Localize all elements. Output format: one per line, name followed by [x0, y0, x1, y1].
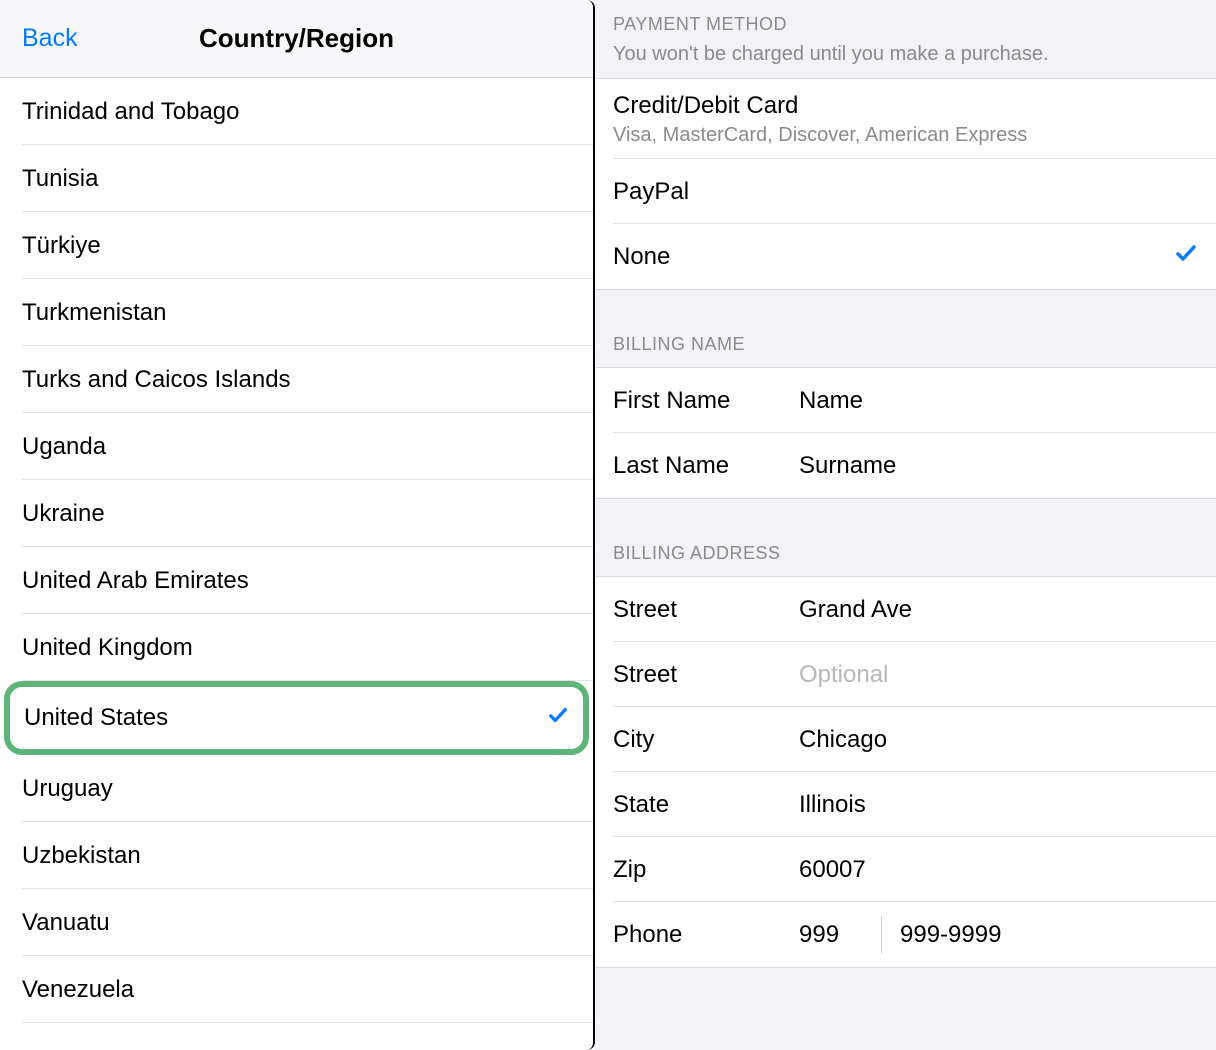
country-region-panel: Back Country/Region Trinidad and TobagoT…	[0, 0, 595, 1050]
country-label: Uganda	[22, 433, 106, 461]
highlighted-country: United States	[4, 681, 589, 755]
section-title: PAYMENT METHOD	[613, 14, 1198, 35]
account-details-panel: PAYMENT METHOD You won't be charged unti…	[595, 0, 1216, 1050]
payment-option-label: Credit/Debit Card	[613, 92, 798, 120]
billing-address-row[interactable]: StreetOptional	[595, 642, 1216, 707]
divider	[881, 916, 882, 954]
field-label: Phone	[613, 921, 799, 949]
nav-header: Back Country/Region	[0, 0, 593, 78]
phone-input[interactable]: 999 999-9999	[799, 916, 1198, 954]
billing-name-row[interactable]: First NameName	[595, 368, 1216, 433]
section-title: BILLING NAME	[613, 334, 1198, 355]
country-item[interactable]: Turkmenistan	[0, 279, 593, 346]
phone-area-code[interactable]: 999	[799, 921, 881, 949]
phone-number[interactable]: 999-9999	[900, 921, 1001, 949]
field-label: First Name	[613, 387, 799, 415]
country-label: Vanuatu	[22, 909, 110, 937]
country-item[interactable]: Turks and Caicos Islands	[0, 346, 593, 413]
country-label: Uzbekistan	[22, 842, 141, 870]
payment-note: You won't be charged until you make a pu…	[613, 43, 1198, 66]
field-label: Street	[613, 661, 799, 689]
country-item[interactable]: United Kingdom	[0, 614, 593, 681]
billing-name-fields: First NameNameLast NameSurname	[595, 367, 1216, 499]
billing-address-row[interactable]: StateIllinois	[595, 772, 1216, 837]
field-value[interactable]: Name	[799, 387, 1198, 415]
country-item[interactable]: Venezuela	[0, 956, 593, 1023]
country-item[interactable]: Ukraine	[0, 480, 593, 547]
country-item[interactable]: Tunisia	[0, 145, 593, 212]
billing-address-row[interactable]: Zip60007	[595, 837, 1216, 902]
billing-address-row[interactable]: StreetGrand Ave	[595, 577, 1216, 642]
section-title: BILLING ADDRESS	[613, 543, 1198, 564]
billing-address-row[interactable]: CityChicago	[595, 707, 1216, 772]
field-label: Zip	[613, 856, 799, 884]
billing-name-header: BILLING NAME	[595, 290, 1216, 367]
country-label: Turks and Caicos Islands	[22, 366, 291, 394]
payment-method-header: PAYMENT METHOD You won't be charged unti…	[595, 0, 1216, 78]
field-label: State	[613, 791, 799, 819]
country-label: Trinidad and Tobago	[22, 98, 240, 126]
country-item[interactable]: United Arab Emirates	[0, 547, 593, 614]
field-value[interactable]: Illinois	[799, 791, 1198, 819]
field-value[interactable]: Surname	[799, 452, 1198, 480]
country-item[interactable]: United States	[10, 687, 583, 749]
back-button[interactable]: Back	[22, 24, 78, 53]
country-label: United Kingdom	[22, 634, 193, 662]
country-label: Tunisia	[22, 165, 98, 193]
page-title: Country/Region	[199, 23, 394, 54]
field-value[interactable]: Chicago	[799, 726, 1198, 754]
field-value[interactable]: Grand Ave	[799, 596, 1198, 624]
payment-method-options: Credit/Debit Card Visa, MasterCard, Disco…	[595, 78, 1216, 290]
check-icon	[1174, 241, 1198, 272]
billing-address-fields: StreetGrand AveStreetOptionalCityChicago…	[595, 576, 1216, 968]
payment-option-sub: Visa, MasterCard, Discover, American Exp…	[613, 124, 1027, 147]
field-label: Last Name	[613, 452, 799, 480]
country-label: Turkmenistan	[22, 299, 167, 327]
country-label: Uruguay	[22, 775, 113, 803]
payment-option[interactable]: Credit/Debit Card Visa, MasterCard, Disco…	[595, 79, 1216, 159]
billing-name-row[interactable]: Last NameSurname	[595, 433, 1216, 498]
field-placeholder[interactable]: Optional	[799, 661, 1198, 689]
field-label: City	[613, 726, 799, 754]
country-item[interactable]: Trinidad and Tobago	[0, 78, 593, 145]
payment-option[interactable]: PayPal	[595, 159, 1216, 224]
country-label: Ukraine	[22, 500, 105, 528]
check-icon	[547, 704, 569, 733]
country-label: United Arab Emirates	[22, 567, 249, 595]
billing-phone-row[interactable]: Phone999 999-9999	[595, 902, 1216, 967]
country-item[interactable]: Uruguay	[0, 755, 593, 822]
payment-option-label: PayPal	[613, 178, 689, 206]
payment-option[interactable]: None	[595, 224, 1216, 289]
country-item[interactable]: Uganda	[0, 413, 593, 480]
field-value[interactable]: 60007	[799, 856, 1198, 884]
country-label: United States	[24, 704, 168, 732]
country-label: Türkiye	[22, 232, 101, 260]
country-item[interactable]: Vanuatu	[0, 889, 593, 956]
country-label: Venezuela	[22, 976, 134, 1004]
payment-option-label: None	[613, 243, 670, 271]
country-item[interactable]: Uzbekistan	[0, 822, 593, 889]
billing-address-header: BILLING ADDRESS	[595, 499, 1216, 576]
field-label: Street	[613, 596, 799, 624]
country-list: Trinidad and Tobago Tunisia Türkiye Turkmen…	[0, 78, 593, 1023]
country-item[interactable]: Türkiye	[0, 212, 593, 279]
